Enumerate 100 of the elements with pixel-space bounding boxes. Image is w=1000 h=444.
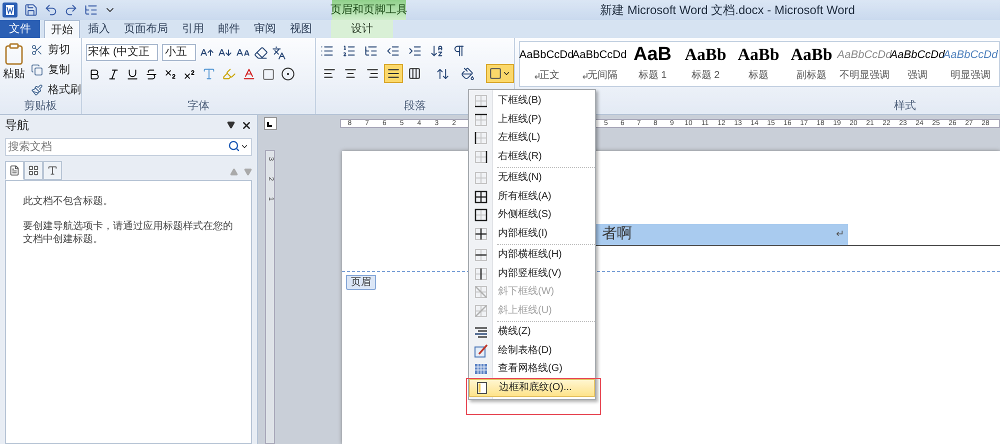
pane-message: 此文档不包含标题。 (23, 195, 114, 208)
style-item[interactable]: AaBbCcDd 正文 (520, 42, 573, 86)
clipboard-command[interactable]: 格式刷 (30, 81, 82, 99)
style-item[interactable]: AaBbCcDd 明显强调 (944, 42, 997, 86)
superscript-icon[interactable] (183, 68, 196, 80)
pane-title: 导航 (5, 117, 29, 134)
menu-item[interactable]: 内部竖框线(V) (469, 264, 595, 283)
ribbon-tab[interactable]: 设计 (331, 20, 393, 38)
pane-message: 要创建导航选项卡，请通过应用标题样式在您的文档中创建标题。 (23, 220, 234, 246)
ribbon-tab[interactable]: 页面布局 (118, 20, 174, 38)
clear-format-icon[interactable] (254, 46, 268, 60)
border-icon (474, 94, 488, 108)
window-title: 新建 Microsoft Word 文档.docx - Microsoft Word (600, 2, 855, 19)
copy-icon (31, 64, 43, 76)
alignment-button[interactable] (384, 64, 403, 83)
word-logo-icon[interactable] (2, 2, 18, 18)
border-icon (474, 226, 488, 241)
group-label: 剪贴板 (24, 100, 57, 114)
style-item[interactable]: AaB 标题 1 (626, 42, 679, 86)
font-size-field[interactable]: 小五 (162, 44, 196, 61)
paragraph-mark-icon (534, 72, 540, 78)
redo-icon[interactable] (64, 3, 78, 17)
document-icon (9, 165, 20, 176)
search-icon[interactable] (228, 140, 240, 152)
page-icon (475, 380, 489, 395)
menu-item[interactable]: 外侧框线(S) (469, 206, 595, 224)
menu-item[interactable]: 内部框线(I) (469, 224, 595, 243)
border-icon (474, 190, 488, 204)
align-center-icon (344, 67, 358, 80)
underline-icon[interactable] (126, 68, 139, 80)
phonetic-icon[interactable] (272, 46, 286, 60)
pane-tab[interactable] (24, 161, 43, 180)
style-item[interactable]: AaBb 标题 2 (679, 42, 732, 86)
caret-icon (502, 69, 511, 78)
border-icon (474, 304, 488, 318)
paste-button[interactable]: 粘贴 (2, 41, 26, 100)
font-name-field[interactable]: 宋体 (中文正 (86, 44, 158, 61)
style-item[interactable]: AaBbCcDd 强调 (891, 42, 944, 86)
borders-button[interactable] (486, 64, 514, 83)
clipboard-command[interactable]: 复制 (30, 61, 82, 79)
contextual-group-header: 页眉和页脚工具 (332, 0, 406, 20)
search-field[interactable]: 搜索文档 (5, 138, 252, 156)
style-item[interactable]: AaBb 标题 (732, 42, 785, 86)
group-label: 样式 (894, 100, 916, 114)
list-icon[interactable] (84, 3, 98, 17)
align-right-icon (366, 67, 379, 80)
menu-item[interactable]: 下框线(B) (469, 92, 595, 110)
ribbon-tab[interactable]: 引用 (176, 20, 210, 38)
grid-icon (474, 362, 488, 376)
ribbon-tab[interactable]: 开始 (44, 20, 80, 38)
text-effect-icon[interactable] (202, 67, 216, 81)
menu-item[interactable]: 右框线(R) (469, 148, 595, 166)
character-shading-icon[interactable] (262, 68, 275, 80)
pane-tab[interactable] (5, 161, 24, 180)
border-icon (474, 131, 488, 146)
pane-menu-icon[interactable] (227, 121, 235, 129)
save-icon[interactable] (24, 3, 38, 17)
subscript-icon[interactable] (164, 68, 177, 80)
close-icon[interactable] (241, 120, 252, 130)
decrease-indent-icon[interactable] (386, 44, 400, 58)
ribbon-tab[interactable]: 审阅 (248, 20, 282, 38)
ribbon-tab[interactable]: 视图 (284, 20, 318, 38)
style-item[interactable]: AaBbCcDd 不明显强调 (838, 42, 891, 86)
ribbon-tab[interactable]: 文件 (0, 20, 40, 38)
menu-item[interactable]: 无框线(N) (469, 169, 595, 188)
line-spacing-icon[interactable] (436, 66, 450, 80)
menu-item[interactable]: 边框和底纹(O)... (469, 378, 595, 397)
strikethrough-icon[interactable] (145, 68, 158, 80)
paintbrush-icon (31, 84, 43, 96)
sort-icon[interactable] (430, 44, 444, 58)
style-item[interactable]: AaBb 副标题 (785, 42, 838, 86)
font-color-icon[interactable] (242, 67, 256, 81)
pane-tab[interactable] (43, 161, 62, 180)
border-icon (474, 285, 488, 300)
border-icon (474, 208, 488, 222)
paragraph-mark-icon[interactable] (452, 44, 466, 58)
group-label: 段落 (404, 100, 426, 114)
header-tag: 页眉 (346, 275, 376, 290)
style-item[interactable]: AaBbCcDd 无间隔 (573, 42, 626, 86)
paragraph-mark-icon (582, 72, 588, 78)
ribbon-tab[interactable]: 插入 (82, 20, 116, 38)
header-text: 者啊 (602, 224, 632, 244)
menu-item[interactable]: 所有框线(A) (469, 188, 595, 206)
border-icon (474, 266, 488, 281)
italic-icon[interactable] (107, 68, 120, 80)
bold-icon[interactable] (88, 68, 101, 80)
menu-item[interactable]: 查看网格线(G) (469, 360, 595, 378)
menu-item[interactable]: 横线(Z) (469, 323, 595, 342)
menu-item[interactable]: 绘制表格(D) (469, 342, 595, 360)
increase-indent-icon[interactable] (408, 44, 422, 58)
ribbon-tab[interactable]: 邮件 (212, 20, 246, 38)
enclosed-character-icon[interactable] (281, 67, 295, 81)
clipboard-command[interactable]: 剪切 (30, 41, 82, 59)
menu-item[interactable]: 内部横框线(H) (469, 246, 595, 264)
menu-item[interactable]: 左框线(L) (469, 129, 595, 148)
undo-icon[interactable] (44, 3, 58, 17)
tab-selector[interactable] (264, 117, 276, 130)
numbering-icon[interactable] (342, 44, 356, 58)
shading-icon[interactable] (461, 66, 475, 80)
multilevel-list-icon[interactable] (364, 44, 378, 58)
